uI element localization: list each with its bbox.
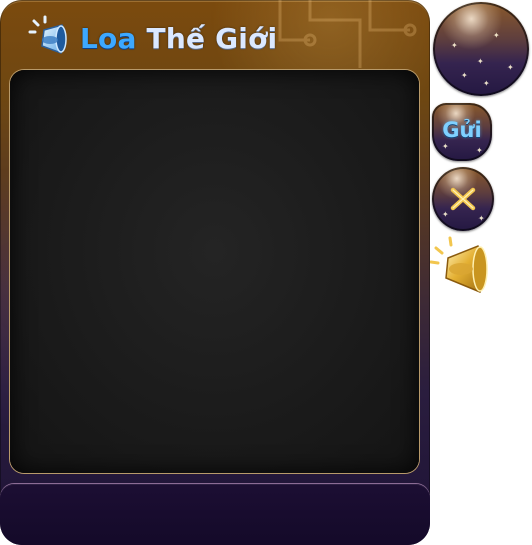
title-part2: Thế Giới <box>146 22 278 55</box>
scroll-orb-button[interactable]: ✦ ✦ ✦ ✦ ✦ ✦ <box>433 2 529 96</box>
star-sparkles: ✦ ✦ ✦ ✦ ✦ ✦ <box>451 31 514 88</box>
close-button[interactable]: ✦ ✦ <box>432 167 494 231</box>
chat-panel: Loa Thế Giới <box>0 0 430 545</box>
send-button[interactable]: ✦ ✦ Gửi <box>432 103 492 161</box>
megaphone-icon[interactable] <box>430 236 494 296</box>
send-button-label: Gửi <box>442 118 482 142</box>
window-header: Loa Thế Giới <box>28 14 277 60</box>
close-icon <box>450 187 476 211</box>
message-input[interactable] <box>0 484 430 545</box>
header-circuit-decoration <box>278 0 417 68</box>
window-title: Loa Thế Giới <box>80 25 277 53</box>
message-area[interactable] <box>10 70 419 473</box>
title-part1: Loa <box>80 22 137 55</box>
megaphone-icon <box>28 15 67 54</box>
